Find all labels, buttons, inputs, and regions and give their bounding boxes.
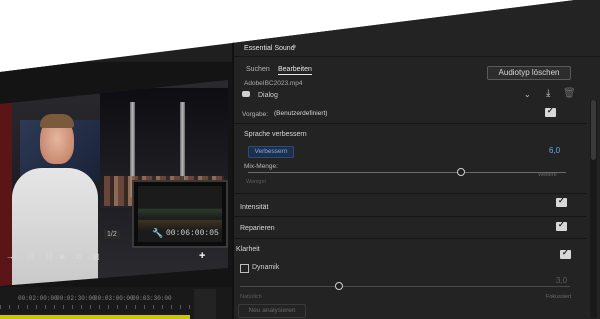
timecode[interactable]: 00:06:00:05 [166, 229, 219, 238]
clarity-checkbox[interactable]: ✓ [560, 248, 571, 259]
section-divider [234, 216, 586, 217]
ruler-ticks [0, 305, 190, 309]
clear-audiotype-button[interactable]: Audiotyp löschen [487, 66, 571, 80]
save-preset-icon[interactable]: ⤓ [546, 88, 550, 99]
panel-menu-icon[interactable]: ≡ [292, 44, 296, 51]
panel-scrollbar[interactable] [590, 100, 597, 318]
clarity-heading[interactable]: Klarheit [236, 246, 260, 253]
speech-bubble-icon [242, 91, 250, 97]
overlay-icon[interactable]: ⧉ [76, 252, 82, 262]
dynamics-slider-track[interactable] [240, 286, 570, 287]
intensity-heading[interactable]: Intensität [240, 204, 268, 211]
mix-slider-knob[interactable] [457, 168, 466, 176]
dynamics-value[interactable]: 3,0 [556, 276, 567, 285]
audio-track-clip[interactable] [0, 315, 190, 319]
preset-checkbox[interactable]: ✓ [545, 106, 556, 117]
ruler-label: 00:02:30:00 [56, 295, 96, 302]
presenter-hair [40, 114, 74, 128]
ruler-label: 00:03:00:00 [94, 295, 134, 302]
link-icon[interactable]: ⛓ [26, 252, 36, 261]
ruler-label: 00:03:30:00 [132, 295, 172, 302]
mix-slider-track[interactable] [248, 172, 566, 173]
step-in-icon[interactable]: →| [6, 252, 16, 261]
dynamics-slider-knob[interactable] [335, 282, 343, 290]
section-divider [234, 238, 586, 239]
speech-value[interactable]: 6,0 [549, 146, 560, 155]
dynamics-label: Dynamik [252, 264, 280, 271]
preset-select[interactable]: (Benutzerdefiniert) [274, 108, 404, 119]
trash-icon[interactable]: 🗑 [563, 88, 576, 99]
transport-bar: →| ⛓ ⛓ ◙ ⧉ ▣ + [0, 249, 232, 267]
timeline[interactable]: 00:02:00:00 00:02:30:00 00:03:00:00 00:0… [0, 287, 232, 319]
ruler-label: 00:02:00:00 [18, 295, 58, 302]
scrollbar-thumb[interactable] [591, 100, 596, 160]
repair-heading[interactable]: Reparieren [240, 225, 275, 232]
audiotype-label: Dialog [258, 92, 278, 99]
slider-min-label: Weniger [246, 179, 267, 185]
slider-max-label: Weitere [538, 172, 557, 178]
program-monitor: 1/2 🔧 00:06:00:05 →| ⛓ ⛓ ◙ ⧉ ▣ + 00:02:0… [0, 62, 232, 319]
lift-icon[interactable]: ⛓ [44, 252, 54, 261]
enhance-button[interactable]: Verbessern [248, 146, 294, 158]
dynamics-checkbox[interactable] [240, 264, 249, 273]
reanalyze-button[interactable]: Neu analysieren [238, 304, 306, 318]
speech-heading: Sprache verbessern [244, 131, 307, 138]
chevron-down-icon[interactable]: ⌄ [524, 90, 531, 99]
slider-max-label: Fokussiert [546, 294, 572, 300]
monitor-controls-bar: 1/2 🔧 00:06:00:05 [0, 226, 232, 244]
essential-sound-panel: Essential Sound ≡ Suchen Bearbeiten Audi… [232, 0, 600, 319]
stage: 1/2 🔧 00:06:00:05 →| ⛓ ⛓ ◙ ⧉ ▣ + 00:02:0… [0, 0, 600, 319]
compare-icon[interactable]: ▣ [92, 252, 100, 261]
panel-title: Essential Sound [244, 45, 295, 52]
preset-label: Vorgabe: [242, 111, 269, 118]
intensity-checkbox[interactable]: ✓ [556, 196, 567, 207]
section-divider [234, 193, 586, 194]
slider-min-label: Natürlich [240, 294, 262, 300]
section-divider [234, 123, 586, 124]
clip-filename: AdobeIBC2023.mp4 [244, 80, 303, 87]
audiotype-row[interactable]: Dialog ⌄ ⤓ 🗑 [238, 88, 588, 102]
tab-suchen[interactable]: Suchen [246, 66, 270, 73]
repair-checkbox[interactable]: ✓ [556, 220, 567, 231]
divider [234, 56, 600, 57]
wrench-icon[interactable]: 🔧 [152, 228, 163, 239]
resolution-select[interactable]: 1/2 [104, 230, 120, 239]
add-button[interactable]: + [199, 250, 205, 262]
camera-icon[interactable]: ◙ [60, 252, 65, 261]
premiere-window: 1/2 🔧 00:06:00:05 →| ⛓ ⛓ ◙ ⧉ ▣ + 00:02:0… [0, 0, 600, 319]
tab-bearbeiten[interactable]: Bearbeiten [278, 66, 312, 75]
mix-amount-label: Mix-Menge: [244, 163, 278, 170]
audio-meter [194, 289, 216, 319]
